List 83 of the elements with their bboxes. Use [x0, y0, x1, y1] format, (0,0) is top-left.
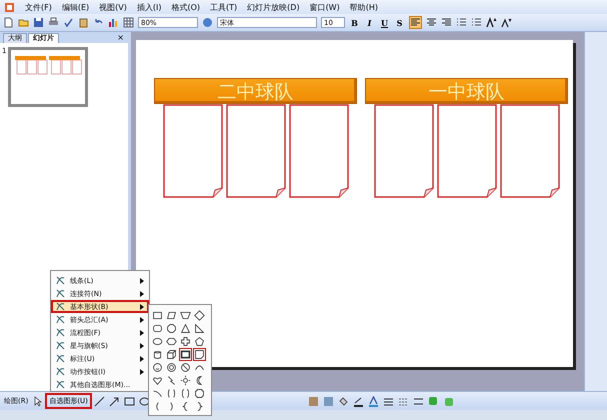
format-button[interactable]: B	[349, 18, 360, 28]
menu-item[interactable]: 帮助(H)	[350, 2, 378, 12]
parallelogram-shape-icon[interactable]	[165, 309, 178, 322]
team-banner: 一中球队	[365, 78, 568, 104]
diamond-shape-icon[interactable]	[193, 309, 206, 322]
close-button[interactable]: ×	[117, 33, 124, 43]
shape-category-icon	[55, 288, 66, 299]
donut-shape-icon[interactable]	[165, 361, 178, 374]
submenu-arrow-icon	[140, 330, 144, 336]
shape-category-icon	[55, 366, 66, 377]
font-color-icon[interactable]	[368, 396, 379, 406]
hexagon-shape-icon[interactable]	[165, 335, 178, 348]
format-button[interactable]: U	[379, 18, 390, 28]
slide-thumbnail[interactable]	[8, 47, 88, 107]
line-icon[interactable]	[94, 396, 105, 406]
smiley-shape-icon[interactable]	[151, 361, 164, 374]
menu-item[interactable]: 窗口(W)	[310, 2, 340, 12]
align-right-icon[interactable]	[441, 17, 452, 28]
can-shape-icon[interactable]	[151, 348, 164, 361]
shape-category-icon	[55, 275, 66, 286]
grid-icon[interactable]	[123, 17, 134, 28]
menu-item[interactable]: 幻灯片放映(D)	[247, 2, 300, 12]
numbered-list-icon[interactable]	[456, 17, 467, 28]
align-left-icon[interactable]	[409, 16, 422, 29]
frame-shape-icon[interactable]	[179, 348, 192, 361]
shape-category-icon	[55, 301, 66, 312]
sun-shape-icon[interactable]	[179, 374, 192, 387]
open-folder-icon[interactable]	[18, 17, 29, 28]
bullet-list-icon[interactable]	[471, 17, 482, 28]
submenu-arrow-icon	[140, 278, 144, 284]
submenu-arrow-icon	[140, 290, 144, 296]
fill-bucket-icon[interactable]	[338, 396, 349, 406]
increase-font-icon[interactable]	[486, 17, 497, 28]
shape-category-icon	[55, 340, 66, 351]
arrow-icon[interactable]	[108, 396, 120, 406]
shape-category-icon	[55, 353, 66, 364]
lightning-shape-icon[interactable]	[165, 374, 178, 387]
cross-shape-icon[interactable]	[179, 335, 192, 348]
menu-item[interactable]: 编辑(E)	[62, 2, 90, 12]
submenu-arrow-icon	[140, 342, 144, 348]
menu-item[interactable]: 工具(T)	[210, 2, 238, 12]
shape-category-icon	[55, 314, 66, 325]
pentagon-shape-icon[interactable]	[193, 335, 206, 348]
shape-category-icon	[55, 327, 66, 338]
folded-shape-icon[interactable]	[193, 348, 206, 361]
brace-pair-shape-icon[interactable]	[179, 387, 192, 400]
menu-item[interactable]: 插入(I)	[136, 2, 162, 12]
align-center-icon[interactable]	[426, 17, 437, 28]
right-triangle-shape-icon[interactable]	[193, 322, 206, 335]
oval-tool-icon[interactable]	[138, 396, 150, 406]
oval-shape-icon[interactable]	[151, 335, 164, 348]
line-style-icon[interactable]	[382, 396, 394, 406]
bracket-pair-shape-icon[interactable]	[165, 387, 178, 400]
triangle-shape-icon[interactable]	[179, 322, 192, 335]
chart-icon[interactable]	[108, 17, 119, 28]
line-color-icon[interactable]	[352, 396, 364, 406]
no-symbol-shape-icon[interactable]	[179, 361, 192, 374]
submenu-arrow-icon	[140, 316, 144, 322]
app-icon[interactable]	[4, 2, 15, 12]
menu-item[interactable]: 格式(O)	[171, 2, 200, 12]
spell-check-icon[interactable]	[63, 17, 74, 28]
rectangle-shape-icon[interactable]	[151, 309, 164, 322]
arrow-style-icon[interactable]	[412, 396, 424, 406]
rectangle-tool-icon[interactable]	[124, 396, 135, 406]
format-button[interactable]: I	[364, 18, 375, 28]
submenu-arrow-icon	[140, 368, 144, 374]
trapezoid-shape-icon[interactable]	[179, 309, 192, 322]
dash-style-icon[interactable]	[398, 396, 409, 406]
decrease-font-icon[interactable]	[501, 17, 512, 28]
cube-shape-icon[interactable]	[165, 348, 178, 361]
menu-item[interactable]: 文件(F)	[25, 2, 52, 12]
menu-item[interactable]: 视图(V)	[99, 2, 127, 12]
format-button[interactable]: S	[394, 18, 405, 28]
new-document-icon[interactable]	[3, 17, 14, 28]
team-banner: 二中球队	[154, 78, 357, 104]
submenu-arrow-icon	[140, 356, 144, 362]
plaque-shape-icon[interactable]	[193, 387, 206, 400]
shape-category-icon	[55, 379, 66, 390]
octagon-shape-icon[interactable]	[165, 322, 178, 335]
rounded-shape-icon[interactable]	[151, 322, 164, 335]
pointer-icon[interactable]	[32, 396, 44, 406]
submenu-arrow-icon	[140, 304, 144, 310]
printer-icon[interactable]	[48, 17, 59, 28]
